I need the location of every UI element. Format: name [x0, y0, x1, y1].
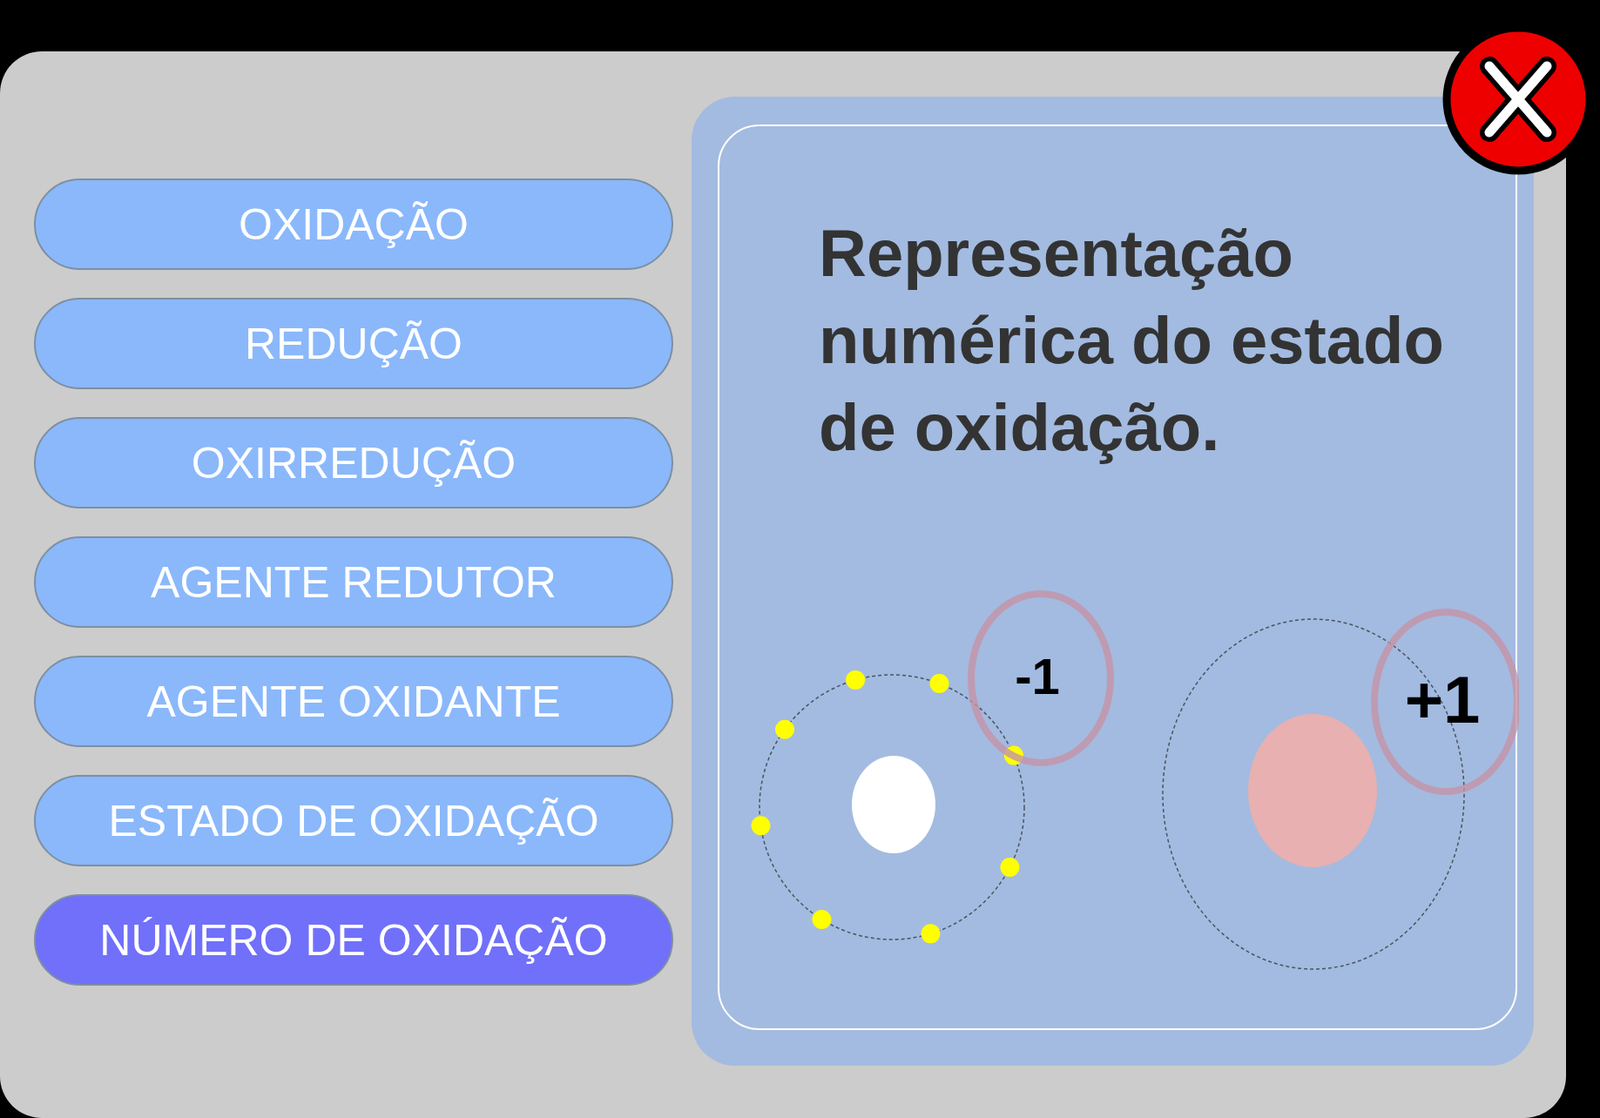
charge-highlight [1374, 612, 1518, 792]
description: Representação numérica do estado de oxid… [818, 209, 1490, 472]
charge-highlight [971, 594, 1111, 763]
menu-button-label: REDUÇÃO [244, 317, 463, 371]
atom-diagram: -1 +1 [719, 126, 1519, 1033]
menu-button-label: NÚMERO DE OXIDAÇÃO [99, 914, 608, 967]
electron [999, 857, 1020, 878]
atom: +1 [1162, 612, 1518, 970]
electron [929, 674, 949, 694]
menu-button-label: OXIDAÇÃO [238, 198, 469, 251]
close-button[interactable] [1441, 22, 1595, 176]
menu-button-label: AGENTE OXIDANTE [146, 675, 561, 729]
charge-label: +1 [1404, 662, 1481, 737]
electron [775, 720, 795, 740]
nucleus [851, 756, 936, 854]
menu-button[interactable]: OXIRREDUÇÃO [33, 417, 674, 509]
menu-button[interactable]: AGENTE OXIDANTE [33, 655, 674, 748]
info-panel: Representação numérica do estado de oxid… [691, 96, 1534, 1067]
electrons [750, 670, 1023, 944]
info-card: Representação numérica do estado de oxid… [717, 124, 1518, 1031]
window: OXIDAÇÃO REDUÇÃO OXIRREDUÇÃO AGENTE REDUTOR… [0, 51, 1567, 1118]
menu-button[interactable]: ESTADO DE OXIDAÇÃO [33, 775, 674, 867]
menu-button-label: OXIRREDUÇÃO [191, 437, 516, 490]
menu-button[interactable]: OXIDAÇÃO [33, 178, 674, 271]
menu-button-label: AGENTE REDUTOR [150, 556, 557, 609]
electron [845, 670, 865, 690]
electron [920, 924, 940, 944]
orbit [759, 675, 1025, 940]
charge-label: -1 [1014, 648, 1060, 705]
atom: -1 [750, 594, 1111, 944]
nucleus [1248, 714, 1378, 868]
close-icon [1441, 22, 1595, 176]
electron [750, 816, 770, 836]
electron [811, 910, 831, 930]
menu-button-label: ESTADO DE OXIDAÇÃO [108, 795, 599, 848]
menu-button[interactable]: AGENTE REDUTOR [33, 536, 674, 628]
menu: OXIDAÇÃO REDUÇÃO OXIRREDUÇÃO AGENTE REDUTOR… [33, 178, 674, 986]
menu-button[interactable]: REDUÇÃO [33, 297, 674, 390]
menu-button[interactable]: NÚMERO DE OXIDAÇÃO [33, 894, 674, 986]
